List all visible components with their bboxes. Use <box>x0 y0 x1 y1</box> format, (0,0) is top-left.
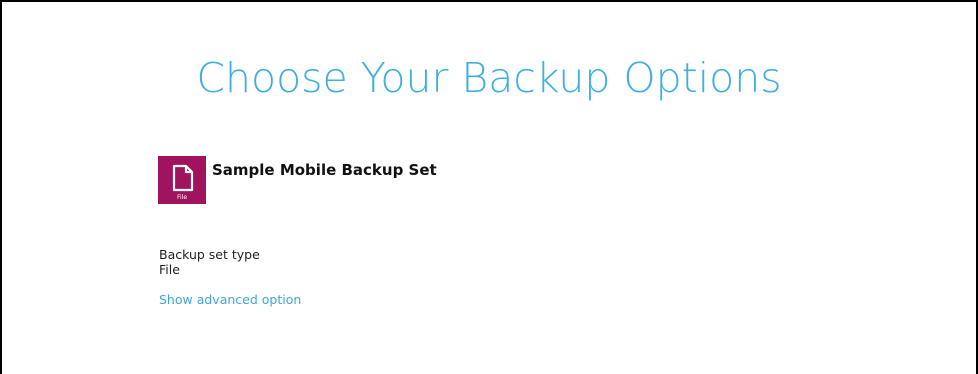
show-advanced-option-link[interactable]: Show advanced option <box>159 292 301 307</box>
backup-set-type-value: File <box>159 262 180 277</box>
page-title: Choose Your Backup Options <box>196 54 782 102</box>
backup-set-type-label: Backup set type <box>159 247 260 262</box>
backup-set-icon: File <box>158 156 206 204</box>
backup-set-name: Sample Mobile Backup Set <box>212 161 437 179</box>
backup-options-panel: Choose Your Backup Options File Sample M… <box>0 0 978 374</box>
file-icon-label: File <box>176 194 188 201</box>
backup-set-type: Backup set type File <box>159 247 260 277</box>
backup-set-header: File Sample Mobile Backup Set <box>158 156 437 204</box>
